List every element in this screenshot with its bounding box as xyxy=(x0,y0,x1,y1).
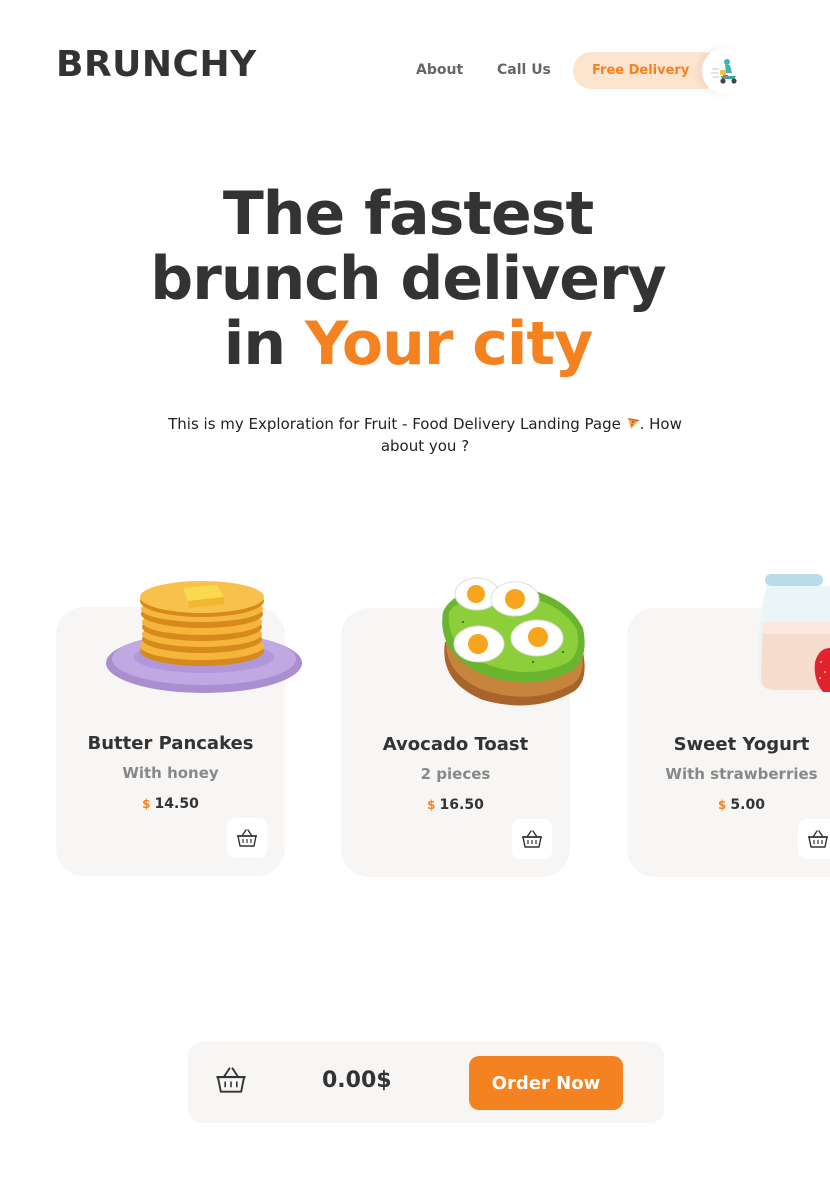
scooter-rider-icon xyxy=(702,48,748,94)
product-name: Butter Pancakes xyxy=(87,733,254,754)
product-price: $14.50 xyxy=(56,796,285,812)
product-subtitle: With honey xyxy=(122,764,219,782)
hero-headline: The fastest brunch delivery in Your city xyxy=(0,182,816,377)
hero-subtitle: This is my Exploration for Fruit - Food … xyxy=(150,413,700,457)
product-price: $16.50 xyxy=(341,797,570,813)
hero-subtitle-start: This is my Exploration for Fruit - Food … xyxy=(168,415,626,433)
price-value: 16.50 xyxy=(439,797,484,813)
price-value: 5.00 xyxy=(730,797,765,813)
currency-symbol: $ xyxy=(718,798,727,812)
hero-accent-text: Your city xyxy=(304,309,593,379)
pizza-icon xyxy=(626,414,640,429)
free-delivery-button[interactable]: Free Delivery xyxy=(573,52,723,89)
hero-line-3: in Your city xyxy=(0,312,816,377)
product-name: Avocado Toast xyxy=(382,734,529,755)
basket-icon[interactable] xyxy=(215,1065,247,1095)
add-to-basket-button[interactable] xyxy=(227,818,267,858)
basket-icon xyxy=(808,830,828,848)
product-subtitle: With strawberries xyxy=(665,765,818,783)
pancakes-image xyxy=(106,581,302,693)
basket-icon xyxy=(237,829,257,847)
add-to-basket-button[interactable] xyxy=(798,819,830,859)
price-value: 14.50 xyxy=(154,796,199,812)
product-card-butter-pancakes[interactable]: Butter Pancakes With honey $14.50 xyxy=(56,581,302,876)
product-price: $5.00 xyxy=(627,797,830,813)
product-card-avocado-toast[interactable]: Avocado Toast 2 pieces $16.50 xyxy=(341,577,585,877)
add-to-basket-button[interactable] xyxy=(512,819,552,859)
hero-line-2: brunch delivery xyxy=(150,244,666,314)
nav-call-us-link[interactable]: Call Us xyxy=(497,62,551,78)
free-delivery-label: Free Delivery xyxy=(592,63,690,78)
cart-total: 0.00$ xyxy=(322,1068,392,1093)
order-now-button[interactable]: Order Now xyxy=(469,1056,623,1110)
order-bar: 0.00$ Order Now xyxy=(188,1042,664,1123)
avocado-toast-image xyxy=(442,577,585,706)
product-name: Sweet Yogurt xyxy=(673,734,810,755)
hero-line-3-prefix: in xyxy=(223,309,305,379)
brand-logo[interactable]: BRUNCHY xyxy=(56,44,257,85)
product-subtitle: 2 pieces xyxy=(420,765,491,783)
product-card-sweet-yogurt[interactable]: Sweet Yogurt With strawberries $5.00 xyxy=(627,574,830,877)
currency-symbol: $ xyxy=(427,798,436,812)
basket-icon xyxy=(522,830,542,848)
nav-about-link[interactable]: About xyxy=(416,62,463,78)
hero-line-1: The fastest xyxy=(222,179,594,249)
currency-symbol: $ xyxy=(142,797,151,811)
yogurt-image xyxy=(759,574,830,692)
